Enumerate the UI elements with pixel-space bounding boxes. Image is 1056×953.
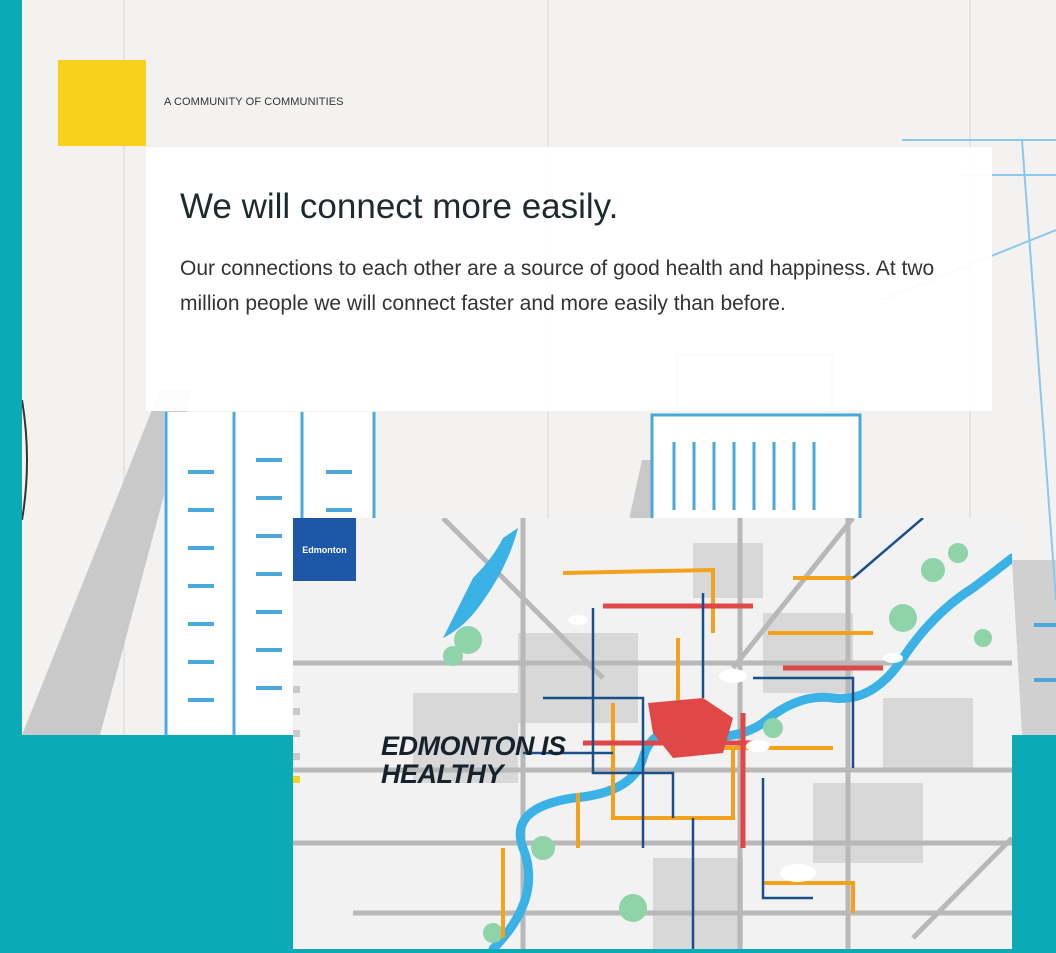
map-title: EDMONTON IS HEALTHY [381, 732, 621, 788]
edmonton-map-card[interactable]: Edmonton EDMONTON IS HEALTHY [293, 518, 1012, 949]
map-title-line-2: HEALTHY [381, 759, 504, 789]
map-title-line-1: EDMONTON IS [381, 731, 566, 761]
section-eyebrow: A COMMUNITY OF COMMUNITIES [164, 96, 344, 108]
hero-text-box: We will connect more easily. Our connect… [146, 147, 992, 411]
page-headline: We will connect more easily. [180, 187, 619, 226]
edmonton-logo[interactable]: Edmonton [293, 518, 356, 581]
accent-yellow-tab [58, 60, 146, 146]
page-body-copy: Our connections to each other are a sour… [180, 257, 935, 315]
